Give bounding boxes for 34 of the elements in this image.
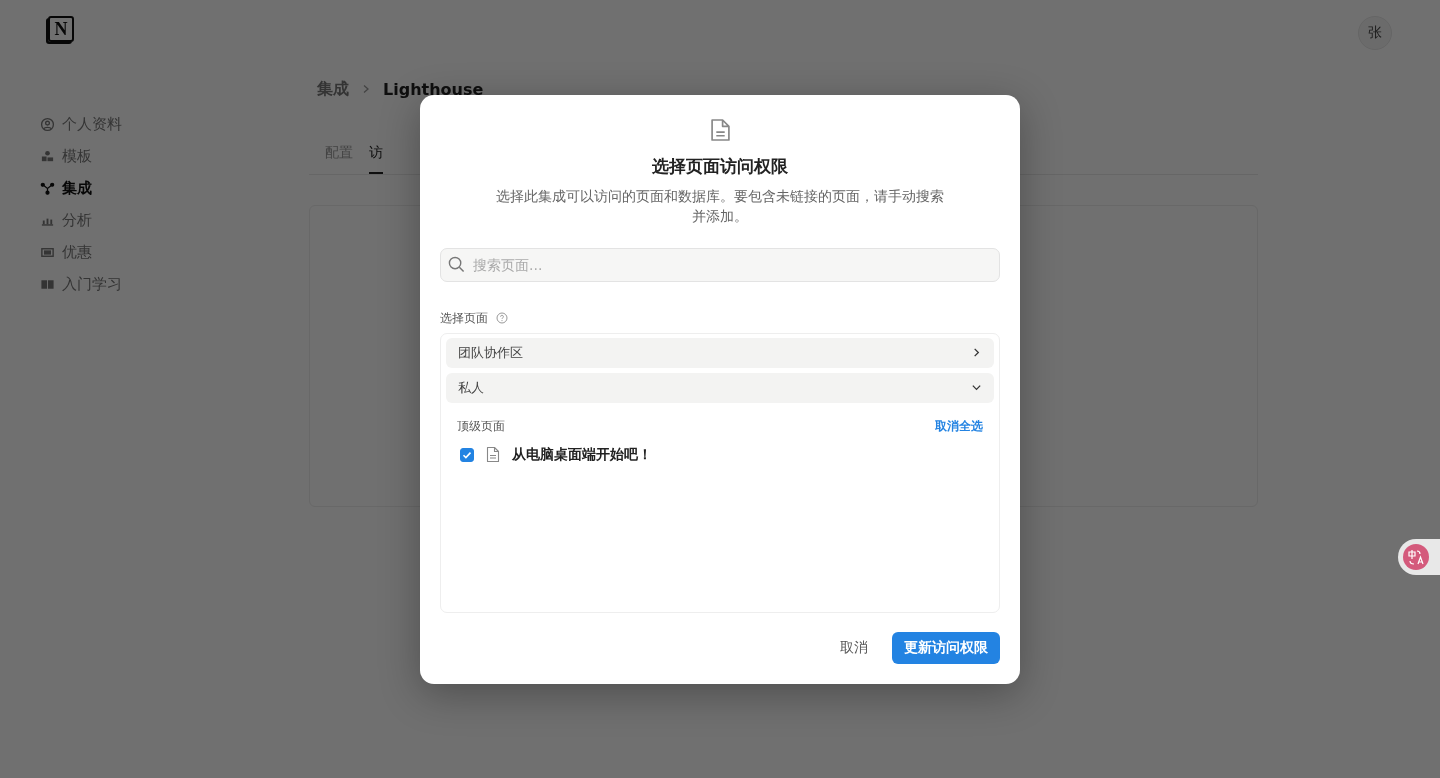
chevron-right-icon	[971, 347, 982, 358]
workspace-group[interactable]: 团队协作区	[446, 337, 994, 368]
document-icon	[486, 446, 500, 463]
cancel-button[interactable]: 取消	[828, 631, 880, 664]
tab[interactable]: 访	[369, 140, 383, 174]
sidebar-item[interactable]: 优惠	[40, 236, 309, 268]
dialog-description: 选择此集成可以访问的页面和数据库。要包含未链接的页面，请手动搜索并添加。	[495, 186, 945, 226]
help-icon[interactable]	[496, 312, 508, 324]
user-avatar[interactable]: 张	[1358, 16, 1392, 50]
chevron-right-icon	[361, 84, 371, 94]
sidebar-icon	[40, 116, 55, 132]
sidebar-item[interactable]: 分析	[40, 204, 309, 236]
dialog-title: 选择页面访问权限	[652, 154, 788, 178]
sidebar-item[interactable]: 入门学习	[40, 268, 309, 300]
page-title: 从电脑桌面端开始吧！	[512, 445, 652, 464]
sidebar-icon	[40, 180, 55, 196]
update-access-button[interactable]: 更新访问权限	[892, 631, 1000, 664]
app-logo[interactable]: N	[48, 16, 74, 42]
checkbox[interactable]	[460, 447, 474, 462]
sidebar-item[interactable]: 集成	[40, 172, 309, 204]
breadcrumb-link[interactable]: 集成	[317, 78, 349, 100]
workspace-group[interactable]: 私人	[446, 372, 994, 403]
sidebar-item[interactable]: 个人资料	[40, 108, 309, 140]
breadcrumb-current: Lighthouse	[383, 79, 484, 99]
translate-icon	[1402, 543, 1430, 571]
document-icon	[709, 116, 731, 143]
deselect-all-link[interactable]: 取消全选	[935, 417, 983, 435]
subheader-label: 顶级页面	[457, 417, 505, 435]
search-field[interactable]: 搜索页面...	[440, 247, 1000, 282]
sidebar-icon	[40, 148, 55, 164]
sidebar-item[interactable]: 模板	[40, 140, 309, 172]
translate-button[interactable]	[1398, 539, 1440, 575]
section-label: 选择页面	[440, 309, 488, 327]
chevron-down-icon	[971, 382, 982, 393]
